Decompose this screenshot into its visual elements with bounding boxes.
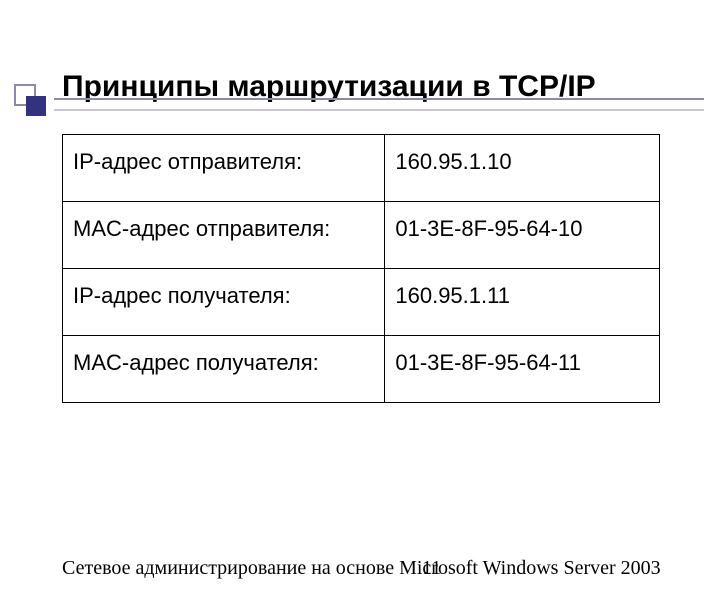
row-label-sender-mac: MAC-адрес отправителя:	[63, 202, 385, 269]
rule-line-bottom	[54, 109, 704, 113]
row-value-sender-ip: 160.95.1.10	[385, 135, 660, 202]
square-fill-icon	[26, 96, 46, 116]
page-number: 11	[422, 557, 441, 580]
row-value-recipient-ip: 160.95.1.11	[385, 269, 660, 336]
table-row: IP-адрес получателя: 160.95.1.11	[63, 269, 660, 336]
address-table: IP-адрес отправителя: 160.95.1.10 MAC-ад…	[62, 134, 660, 403]
rule-line-top	[54, 98, 704, 102]
table-row: MAC-адрес отправителя: 01-3E-8F-95-64-10	[63, 202, 660, 269]
row-value-recipient-mac: 01-3E-8F-95-64-11	[385, 336, 660, 403]
footer-text: Сетевое администрирование на основе Micr…	[62, 557, 661, 579]
row-value-sender-mac: 01-3E-8F-95-64-10	[385, 202, 660, 269]
row-label-sender-ip: IP-адрес отправителя:	[63, 135, 385, 202]
table-row: IP-адрес отправителя: 160.95.1.10	[63, 135, 660, 202]
row-label-recipient-ip: IP-адрес получателя:	[63, 269, 385, 336]
row-label-recipient-mac: MAC-адрес получателя:	[63, 336, 385, 403]
slide-footer: Сетевое администрирование на основе Micr…	[62, 557, 662, 580]
table-row: MAC-адрес получателя: 01-3E-8F-95-64-11	[63, 336, 660, 403]
